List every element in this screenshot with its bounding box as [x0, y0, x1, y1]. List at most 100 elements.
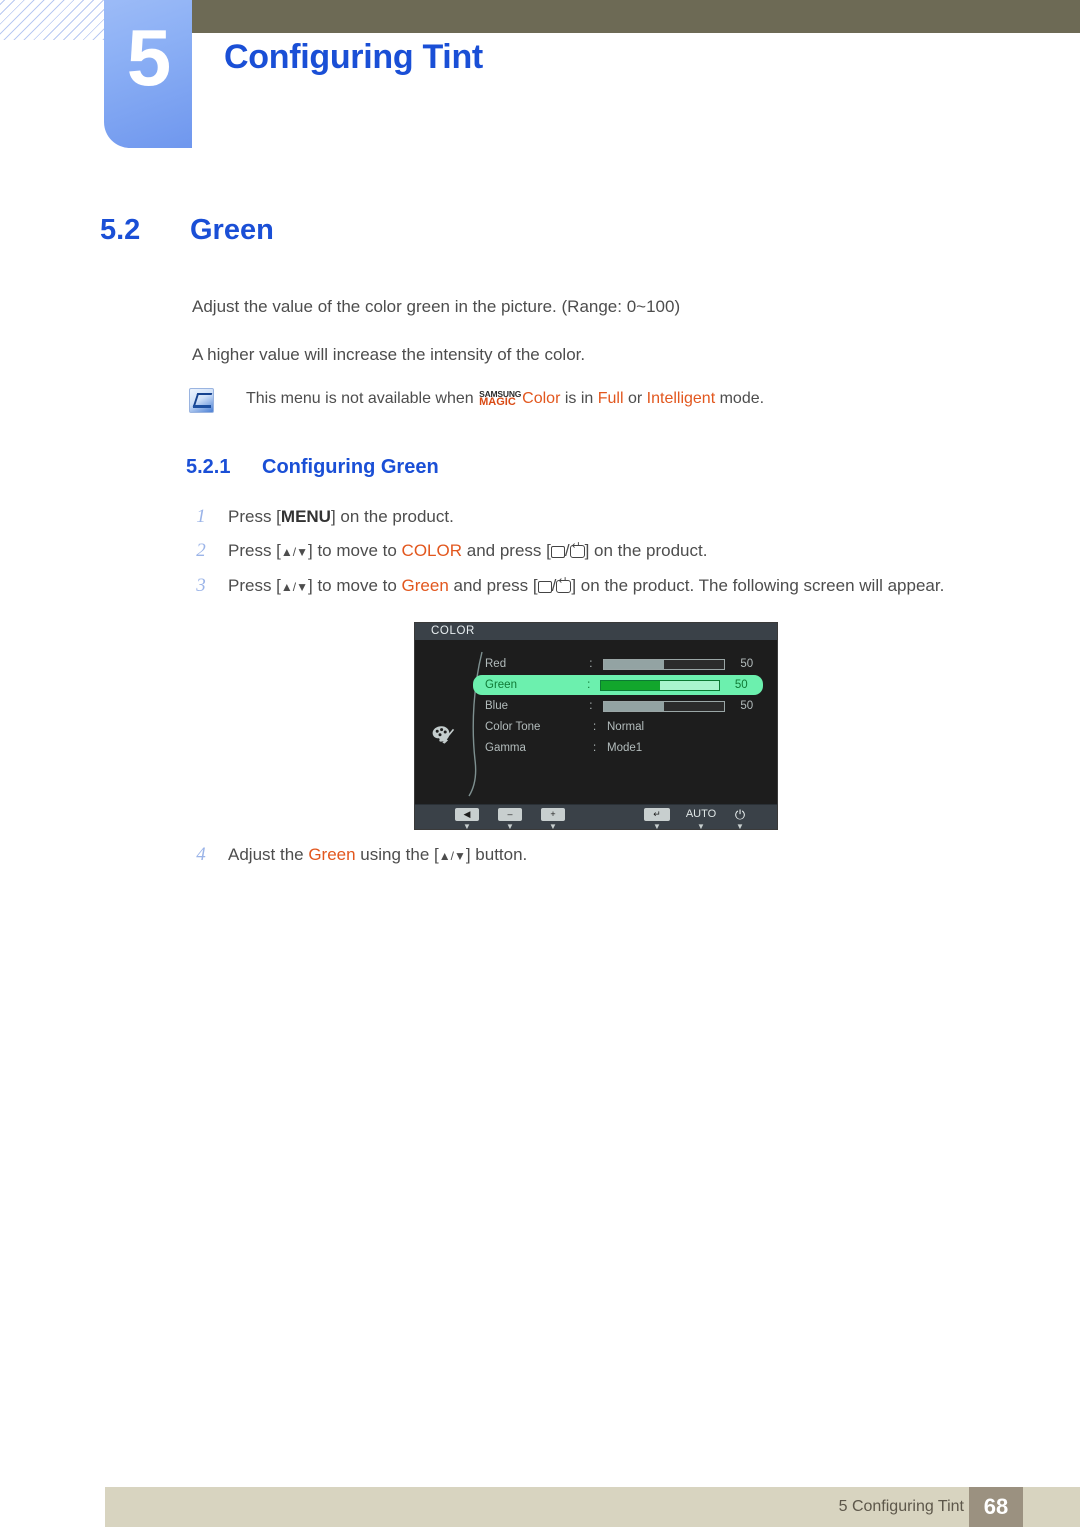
section-paragraph-2: A higher value will increase the intensi… [192, 345, 586, 364]
color-palette-icon [431, 724, 457, 744]
step-target-green: Green [401, 576, 449, 595]
step-number: 2 [196, 540, 206, 561]
osd-colon: : [593, 721, 597, 733]
chapter-title: Configuring Tint [224, 38, 483, 76]
osd-row-blue[interactable]: Blue : 50 [473, 696, 769, 716]
note-callout: This menu is not available when SAMSUNG M… [189, 386, 764, 413]
osd-slider-blue[interactable] [602, 700, 725, 712]
note-text-or: or [623, 390, 647, 407]
osd-label-gamma: Gamma [485, 742, 526, 754]
osd-power-button[interactable]: ⏻ ▼ [730, 807, 750, 830]
left-arrow-icon: ◀ [455, 808, 479, 821]
step-item-3: 3 Press [▲/▼] to move to Green and press … [190, 569, 1020, 604]
note-text-mid: is in [560, 390, 598, 407]
caret-down-icon: ▼ [549, 822, 557, 830]
osd-auto-button[interactable]: AUTO ▼ [681, 808, 721, 829]
step-text-post: ] button. [465, 845, 528, 864]
magic-logo-suffix: Color [522, 390, 561, 407]
osd-value-red: 50 [740, 658, 754, 670]
updown-arrows-icon: ▲/▼ [438, 849, 466, 863]
section-paragraph-1: Adjust the value of the color green in t… [192, 297, 681, 316]
osd-menu-screenshot: COLOR Red : 50 Green: 50 Blue: 50 Colo… [414, 622, 778, 830]
step-text-mid1: ] to move to [308, 576, 402, 595]
osd-minus-button[interactable]: – ▼ [498, 808, 522, 830]
page-footer: 5 Configuring Tint 68 [105, 1487, 1080, 1527]
power-icon: ⏻ [734, 807, 746, 822]
osd-row-color-tone[interactable]: Color Tone : Normal [473, 717, 769, 737]
step-number: 4 [196, 844, 206, 865]
osd-plus-button[interactable]: + ▼ [541, 808, 565, 830]
menu-key-label: MENU [280, 507, 331, 526]
header-olive-bar [192, 0, 1080, 33]
enter-button-icon [556, 576, 572, 594]
step-number: 3 [196, 575, 206, 596]
footer-page-number: 68 [969, 1487, 1023, 1527]
osd-label-color-tone: Color Tone [485, 721, 541, 733]
chapter-number-badge: 5 [104, 0, 192, 148]
page-header: 5 Configuring Tint [0, 0, 1080, 165]
updown-arrows-icon: ▲/▼ [280, 580, 308, 594]
subsection-number: 5.2.1 [186, 456, 231, 478]
caret-down-icon: ▼ [653, 822, 661, 830]
auto-label: AUTO [685, 808, 717, 820]
step-text-mid2: and press [ [448, 576, 538, 595]
step-text-pre: Press [ [228, 507, 281, 526]
step-item-1: 1 Press [MENU] on the product. [190, 500, 1020, 534]
osd-slider-fill [601, 680, 660, 690]
osd-slider-fill [603, 659, 664, 669]
osd-slider-green[interactable] [600, 679, 720, 691]
osd-colon: : [593, 742, 597, 754]
subsection-heading: 5.2.1 Configuring Green [186, 456, 439, 479]
step-text-post: ] on the product. The following screen w… [571, 576, 945, 595]
step-target-color: COLOR [401, 541, 463, 560]
osd-label-green: Green [485, 679, 517, 691]
osd-value-blue: 50 [740, 700, 754, 712]
note-mode-intelligent: Intelligent [646, 390, 716, 407]
osd-row-red[interactable]: Red : 50 [473, 654, 769, 674]
osd-colon: : [589, 658, 593, 670]
caret-down-icon: ▼ [463, 822, 471, 830]
osd-label-red: Red [485, 658, 507, 670]
footer-chapter-label: 5 Configuring Tint [838, 1498, 964, 1515]
step-text-pre: Press [ [228, 541, 281, 560]
step-item-4: 4 Adjust the Green using the [▲/▼] button… [190, 838, 527, 873]
step-number: 1 [196, 506, 206, 527]
section-heading: 5.2 Green [100, 214, 274, 247]
step-item-2: 2 Press [▲/▼] to move to COLOR and press … [190, 534, 1020, 569]
enter-icon: ↵ [644, 808, 670, 821]
step-text-post: ] on the product. [584, 541, 708, 560]
decorative-hatch-pattern [0, 0, 108, 40]
step-text-post: ] on the product. [330, 507, 454, 526]
osd-row-green[interactable]: Green : 50 [473, 675, 763, 695]
osd-value-gamma: Mode1 [607, 742, 643, 754]
osd-slider-red[interactable] [602, 658, 725, 670]
osd-value-green: 50 [734, 679, 748, 691]
osd-colon: : [587, 679, 591, 691]
osd-back-button[interactable]: ◀ ▼ [455, 808, 479, 830]
step-text-mid: using the [ [355, 845, 439, 864]
step-text-mid1: ] to move to [308, 541, 402, 560]
step-target-green: Green [308, 845, 356, 864]
caret-down-icon: ▼ [736, 822, 744, 830]
step-text-pre: Press [ [228, 576, 281, 595]
osd-label-blue: Blue [485, 700, 509, 712]
section-title: Green [190, 214, 274, 246]
osd-row-gamma[interactable]: Gamma : Mode1 [473, 738, 769, 758]
subsection-title: Configuring Green [262, 456, 439, 478]
note-text: This menu is not available when SAMSUNG M… [246, 386, 764, 412]
osd-enter-button[interactable]: ↵ ▼ [644, 808, 670, 830]
section-number: 5.2 [100, 214, 141, 246]
osd-title: COLOR [415, 623, 777, 640]
updown-arrows-icon: ▲/▼ [280, 545, 308, 559]
caret-down-icon: ▼ [506, 822, 514, 830]
note-pen-icon [189, 388, 214, 413]
magic-logo-line2: MAGIC [479, 395, 516, 408]
enter-button-icon [569, 541, 585, 559]
osd-colon: : [589, 700, 593, 712]
osd-slider-fill [603, 701, 664, 711]
step-text-pre: Adjust the [228, 845, 309, 864]
square-button-icon [550, 545, 565, 558]
samsung-magic-logo: SAMSUNG MAGIC [479, 390, 521, 408]
step-text-mid3: / [564, 541, 570, 560]
note-text-after: mode. [715, 390, 765, 407]
